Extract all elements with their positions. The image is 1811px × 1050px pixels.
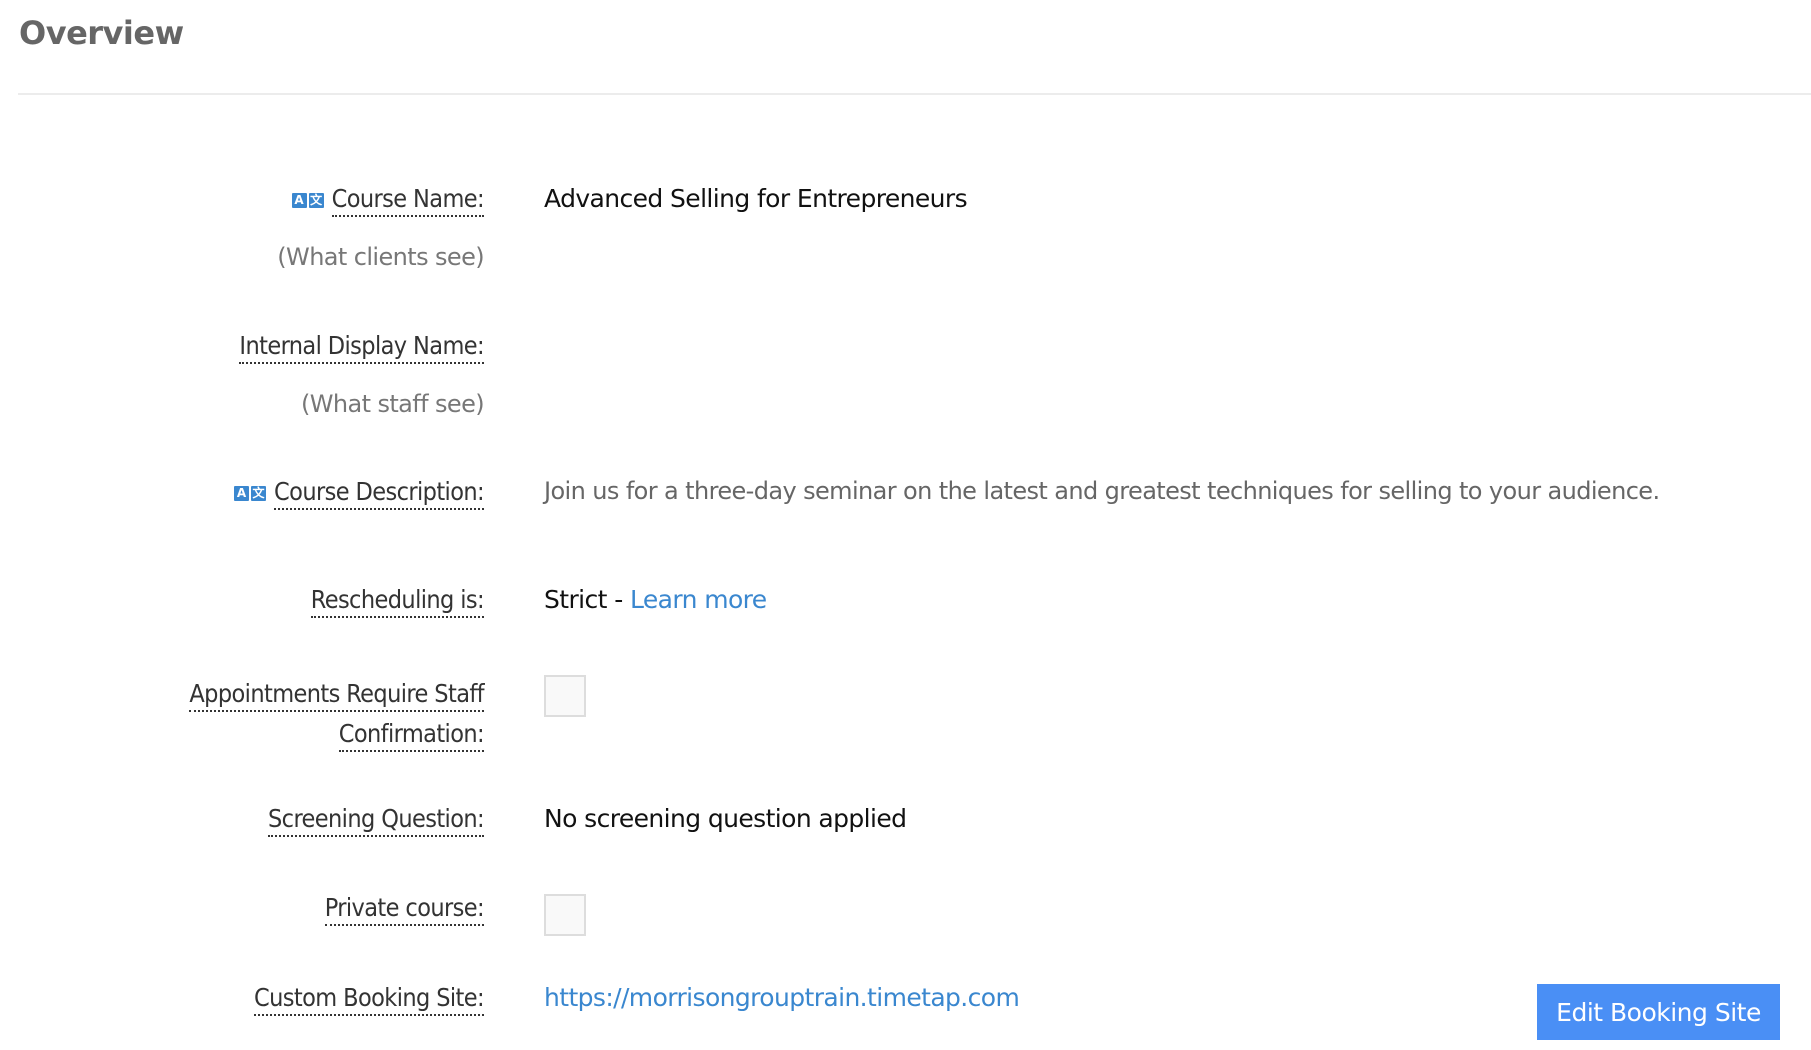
- staff-confirmation-label-line2: Confirmation:: [338, 719, 485, 752]
- booking-site-label-text: Custom Booking Site:: [254, 983, 485, 1016]
- rescheduling-policy: Strict: [544, 585, 607, 614]
- screening-question-label: Screening Question:: [268, 804, 485, 837]
- private-course-label: Private course:: [324, 893, 485, 926]
- booking-site-link[interactable]: https://morrisongrouptrain.timetap.com: [544, 983, 1020, 1012]
- private-course-label-text: Private course:: [324, 893, 485, 926]
- staff-confirmation-checkbox[interactable]: [544, 675, 586, 717]
- header-divider: [18, 93, 1811, 95]
- course-name-label: A文 Course Name:: [291, 184, 485, 217]
- screening-question-label-text: Screening Question:: [268, 804, 485, 837]
- rescheduling-label: Rescheduling is:: [310, 585, 485, 618]
- rescheduling-separator: -: [606, 585, 630, 614]
- learn-more-link[interactable]: Learn more: [630, 585, 767, 614]
- private-course-checkbox[interactable]: [544, 894, 586, 936]
- staff-confirmation-label: Appointments Require Staff Confirmation:: [189, 674, 485, 754]
- course-name-value: Advanced Selling for Entrepreneurs: [544, 184, 968, 213]
- internal-name-label: Internal Display Name:: [239, 331, 485, 364]
- course-description-value: Join us for a three-day seminar on the l…: [544, 477, 1660, 505]
- course-description-label-text: Course Description:: [274, 477, 485, 510]
- booking-site-label: Custom Booking Site:: [254, 983, 485, 1016]
- translate-icon[interactable]: A文: [291, 193, 324, 208]
- rescheduling-label-text: Rescheduling is:: [310, 585, 485, 618]
- course-description-label: A文 Course Description:: [234, 477, 485, 510]
- screening-question-value: No screening question applied: [544, 804, 907, 833]
- course-name-label-text: Course Name:: [331, 184, 485, 217]
- page-title: Overview: [19, 14, 184, 52]
- translate-icon[interactable]: A文: [234, 486, 267, 501]
- edit-booking-site-button[interactable]: Edit Booking Site: [1537, 984, 1780, 1040]
- staff-confirmation-label-line1: Appointments Require Staff: [189, 679, 485, 712]
- course-name-sublabel: (What clients see): [277, 243, 484, 271]
- internal-name-sublabel: (What staff see): [301, 390, 485, 418]
- rescheduling-value: Strict - Learn more: [544, 585, 767, 614]
- booking-site-value: https://morrisongrouptrain.timetap.com: [544, 983, 1020, 1012]
- internal-name-label-text: Internal Display Name:: [239, 331, 485, 364]
